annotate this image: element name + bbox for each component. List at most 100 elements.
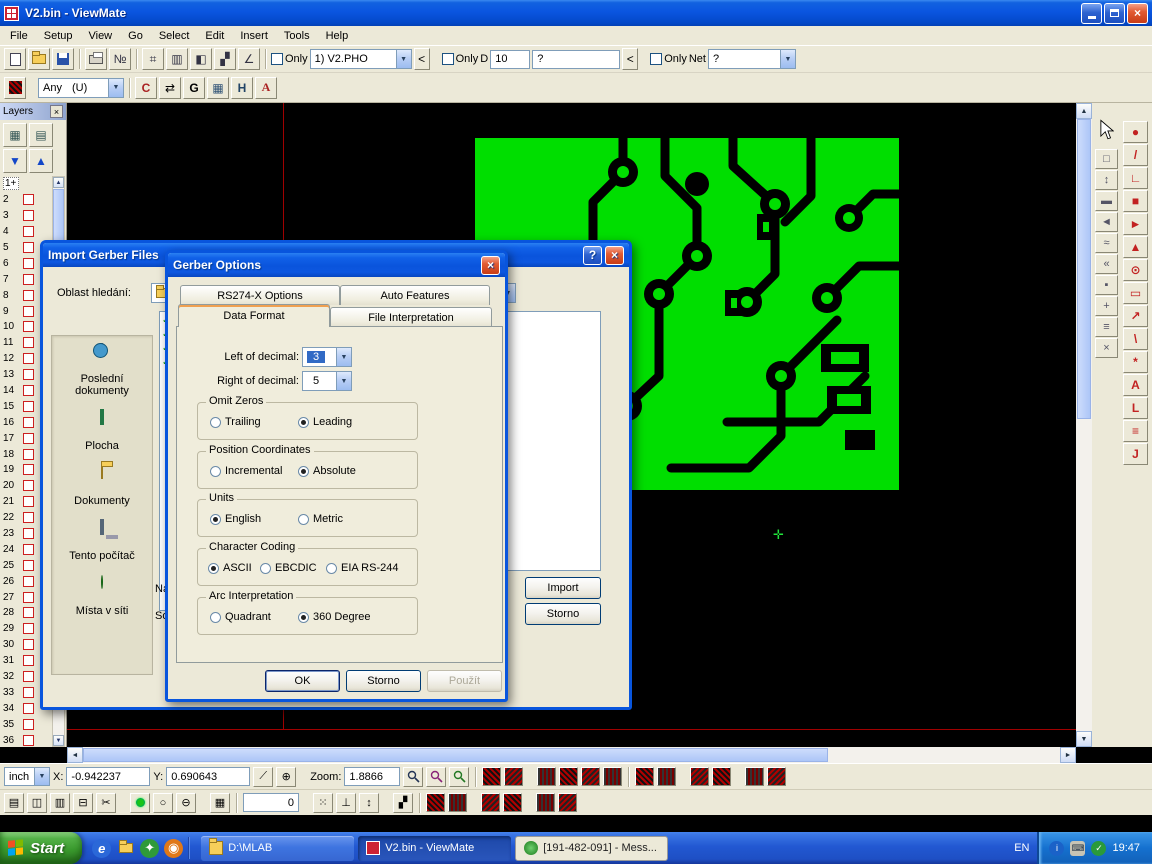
zoom-field[interactable]: 1.8866: [344, 767, 400, 786]
layer-color-swatch[interactable]: [23, 369, 34, 380]
layers-compress-icon[interactable]: ▤: [29, 123, 53, 147]
scroll-up-icon[interactable]: ▲: [1076, 103, 1092, 119]
grid-icon[interactable]: ▦: [210, 793, 230, 813]
scroll-down-icon[interactable]: ▼: [53, 735, 64, 746]
y-coordinate-field[interactable]: 0.690643: [166, 767, 250, 786]
place-network[interactable]: Místa v síti: [54, 576, 150, 617]
ok-button[interactable]: OK: [265, 670, 340, 692]
only-dcode-checkbox[interactable]: [442, 53, 454, 65]
anchor-icon[interactable]: ⊥: [336, 793, 356, 813]
dcode-pattern-icon[interactable]: [537, 767, 556, 786]
chevron-down-icon[interactable]: ▼: [336, 372, 351, 390]
layer-color-swatch[interactable]: [23, 449, 34, 460]
radio-absolute[interactable]: Absolute: [298, 465, 356, 477]
tray-network-icon[interactable]: i: [1049, 841, 1064, 856]
tray-keyboard-icon[interactable]: ⌨: [1070, 841, 1085, 856]
probe-icon[interactable]: ○: [153, 793, 173, 813]
scroll-down-icon[interactable]: ▼: [1076, 731, 1092, 747]
dcode-pattern-icon[interactable]: [635, 767, 654, 786]
paint-pattern-icon[interactable]: [558, 793, 577, 812]
place-recent-documents[interactable]: Poslední dokumenty: [54, 344, 150, 397]
tab-rs274x-options[interactable]: RS274-X Options: [180, 285, 340, 305]
layer-color-swatch[interactable]: [23, 576, 34, 587]
dot-icon[interactable]: ▪: [1095, 275, 1118, 295]
place-my-computer[interactable]: Tento počítač: [54, 521, 150, 562]
chevron-down-icon[interactable]: ▼: [108, 79, 123, 97]
layer-color-swatch[interactable]: [23, 401, 34, 412]
open-file-icon[interactable]: [28, 48, 50, 70]
canvas-vscrollbar[interactable]: ▲ ▼: [1076, 103, 1092, 747]
menu-select[interactable]: Select: [151, 28, 198, 44]
radio-trailing[interactable]: Trailing: [210, 416, 261, 428]
layer-color-swatch[interactable]: [23, 496, 34, 507]
radio-eia-rs244[interactable]: EIA RS-244: [326, 562, 398, 574]
dcode-pattern-icon[interactable]: [482, 767, 501, 786]
layer-color-swatch[interactable]: [23, 735, 34, 746]
cut-icon[interactable]: ✂: [96, 793, 116, 813]
angle-line-icon[interactable]: ∟: [1123, 167, 1148, 189]
canvas-hscrollbar[interactable]: ◄ ►: [67, 747, 1076, 763]
radio-ascii[interactable]: ASCII: [208, 562, 252, 574]
paint-pattern-icon[interactable]: [536, 793, 555, 812]
dcode-back-button[interactable]: <: [622, 48, 638, 70]
close-icon[interactable]: ×: [605, 246, 624, 265]
dcode-pattern-icon[interactable]: [712, 767, 731, 786]
height-tool-icon[interactable]: H: [231, 77, 253, 99]
layers-table-icon[interactable]: ▦: [3, 123, 27, 147]
layer-color-swatch[interactable]: [23, 464, 34, 475]
tray-shield-icon[interactable]: ✓: [1091, 841, 1106, 856]
scroll-up-icon[interactable]: ▲: [53, 177, 64, 188]
taskbar-task-messenger[interactable]: [191-482-091] - Mess...: [515, 836, 668, 861]
dot-grid-icon[interactable]: ⁙: [313, 793, 333, 813]
radio-ebcdic[interactable]: EBCDIC: [260, 562, 317, 574]
internet-explorer-icon[interactable]: e: [92, 839, 111, 858]
text-tool-icon[interactable]: A: [255, 77, 277, 99]
dcode-pattern-icon[interactable]: [657, 767, 676, 786]
layer-color-swatch[interactable]: [23, 480, 34, 491]
layer-color-swatch[interactable]: [23, 306, 34, 317]
merge-icon[interactable]: ⊟: [73, 793, 93, 813]
only-layer-checkbox[interactable]: [271, 53, 283, 65]
dcode-pattern-icon[interactable]: [581, 767, 600, 786]
close-button[interactable]: ×: [1127, 3, 1148, 24]
layer-color-swatch[interactable]: [23, 353, 34, 364]
gerber-tool-icon[interactable]: G: [183, 77, 205, 99]
previous-view-icon[interactable]: ◄: [1095, 212, 1118, 232]
paint-pattern-icon[interactable]: [481, 793, 500, 812]
zoom-all-icon[interactable]: [449, 767, 469, 787]
left-of-decimal-combo[interactable]: 3 ▼: [302, 347, 352, 367]
paint-pattern-icon[interactable]: [503, 793, 522, 812]
dcode-query-input[interactable]: ?: [532, 50, 620, 69]
import-button[interactable]: Import: [525, 577, 601, 599]
hatch-icon[interactable]: ▥: [50, 793, 70, 813]
menu-file[interactable]: File: [2, 28, 36, 44]
layer-color-swatch[interactable]: [23, 607, 34, 618]
place-documents[interactable]: Dokumenty: [54, 466, 150, 507]
menu-view[interactable]: View: [80, 28, 120, 44]
online-status-icon[interactable]: [130, 793, 150, 813]
rectangle-filled-icon[interactable]: ■: [1123, 190, 1148, 212]
layers-stack-icon[interactable]: ▤: [4, 793, 24, 813]
layer-color-swatch[interactable]: [23, 623, 34, 634]
dcode-pattern-icon[interactable]: [603, 767, 622, 786]
layer-down-icon[interactable]: ▼: [3, 149, 27, 173]
delete-icon[interactable]: ×: [1095, 338, 1118, 358]
layer-color-swatch[interactable]: [23, 512, 34, 523]
layer-color-swatch[interactable]: [23, 671, 34, 682]
board-view-icon[interactable]: ▞: [214, 48, 236, 70]
clock[interactable]: 19:47: [1112, 842, 1140, 854]
dcode-table-icon[interactable]: ⌗: [142, 48, 164, 70]
chevron-down-icon[interactable]: ▼: [780, 50, 795, 68]
dcode-pattern-icon[interactable]: [504, 767, 523, 786]
grid-tool-icon[interactable]: ▦: [207, 77, 229, 99]
layer-color-swatch[interactable]: [23, 719, 34, 730]
restore-button[interactable]: [1104, 3, 1125, 24]
globe-shortcut-icon[interactable]: ✦: [140, 839, 159, 858]
slash-icon[interactable]: \: [1123, 328, 1148, 350]
context-help-icon[interactable]: №: [109, 48, 131, 70]
only-net-checkbox[interactable]: [650, 53, 662, 65]
close-icon[interactable]: ×: [481, 256, 500, 275]
place-desktop[interactable]: Plocha: [54, 411, 150, 452]
menu-setup[interactable]: Setup: [36, 28, 81, 44]
measure-icon[interactable]: ∠: [238, 48, 260, 70]
